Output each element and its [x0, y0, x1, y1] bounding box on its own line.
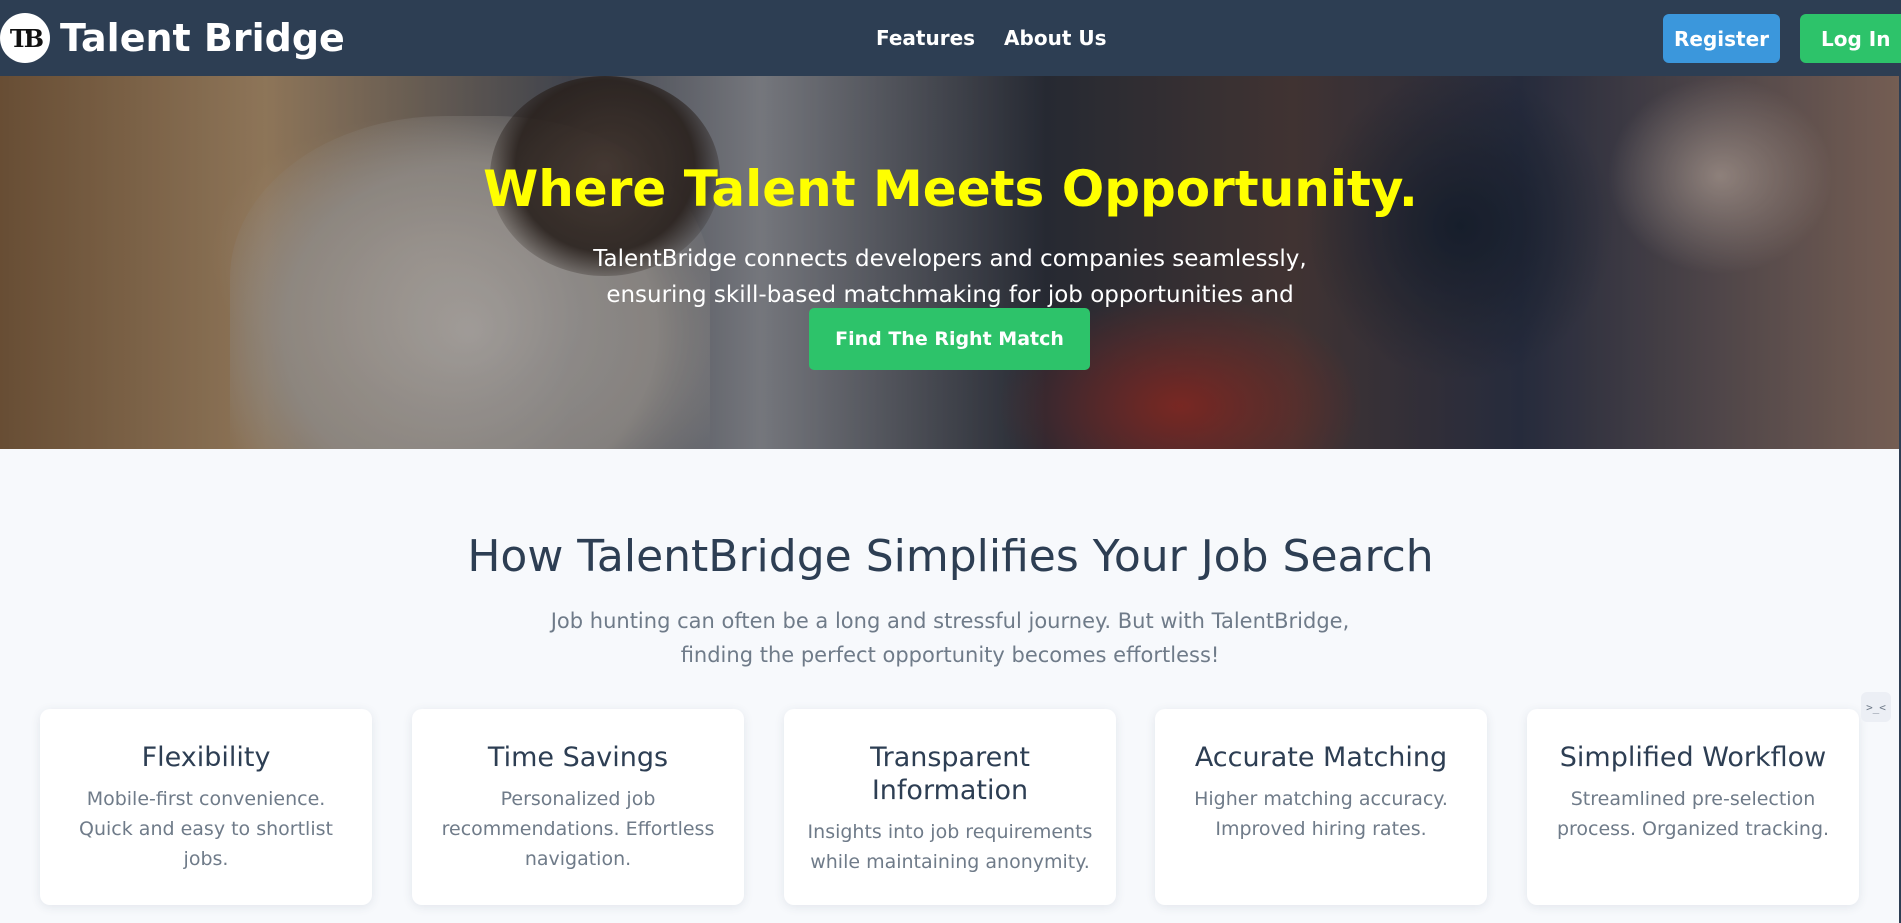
card-title: Flexibility [141, 742, 271, 773]
nav-link-features[interactable]: Features [876, 26, 975, 50]
card-title: Time Savings [487, 742, 669, 773]
section-title: How TalentBridge Simplifies Your Job Sea… [467, 531, 1434, 582]
brand-name[interactable]: Talent Bridge [60, 16, 345, 60]
card-text: Higher matching accuracy. Improved hirin… [1194, 788, 1448, 840]
brand[interactable]: TB Talent Bridge [0, 0, 345, 76]
feature-card-transparent-information: Transparent Information Insights into jo… [784, 709, 1116, 905]
section-subtitle: Job hunting can often be a long and stre… [550, 609, 1350, 667]
feature-card-flexibility: Flexibility Mobile-first convenience. Qu… [40, 709, 372, 905]
hero-title: Where Talent Meets Opportunity. [483, 160, 1418, 218]
login-button[interactable]: Log In [1800, 14, 1901, 63]
feature-card-time-savings: Time Savings Personalized job recommenda… [412, 709, 744, 905]
logo-icon[interactable]: TB [0, 13, 50, 63]
nav-link-about-us[interactable]: About Us [1004, 26, 1106, 50]
feature-card-accurate-matching: Accurate Matching Higher matching accura… [1155, 709, 1487, 905]
register-button[interactable]: Register [1663, 14, 1780, 63]
navbar: TB Talent Bridge Features About Us Regis… [0, 0, 1901, 76]
card-title: Accurate Matching [1194, 742, 1448, 773]
card-text: Personalized job recommendations. Effort… [441, 788, 715, 870]
card-text: Insights into job requirements while mai… [807, 821, 1093, 873]
find-match-button[interactable]: Find The Right Match [809, 308, 1090, 370]
card-text: Mobile-first convenience. Quick and easy… [79, 788, 333, 870]
card-title: Transparent Information [870, 742, 1030, 806]
card-text: Streamlined pre-selection process. Organ… [1556, 788, 1830, 840]
code-icon[interactable]: >_< [1861, 692, 1891, 722]
feature-card-simplified-workflow: Simplified Workflow Streamlined pre-sele… [1527, 709, 1859, 905]
card-title: Simplified Workflow [1559, 742, 1827, 773]
nav-links: Features About Us [876, 0, 1107, 76]
